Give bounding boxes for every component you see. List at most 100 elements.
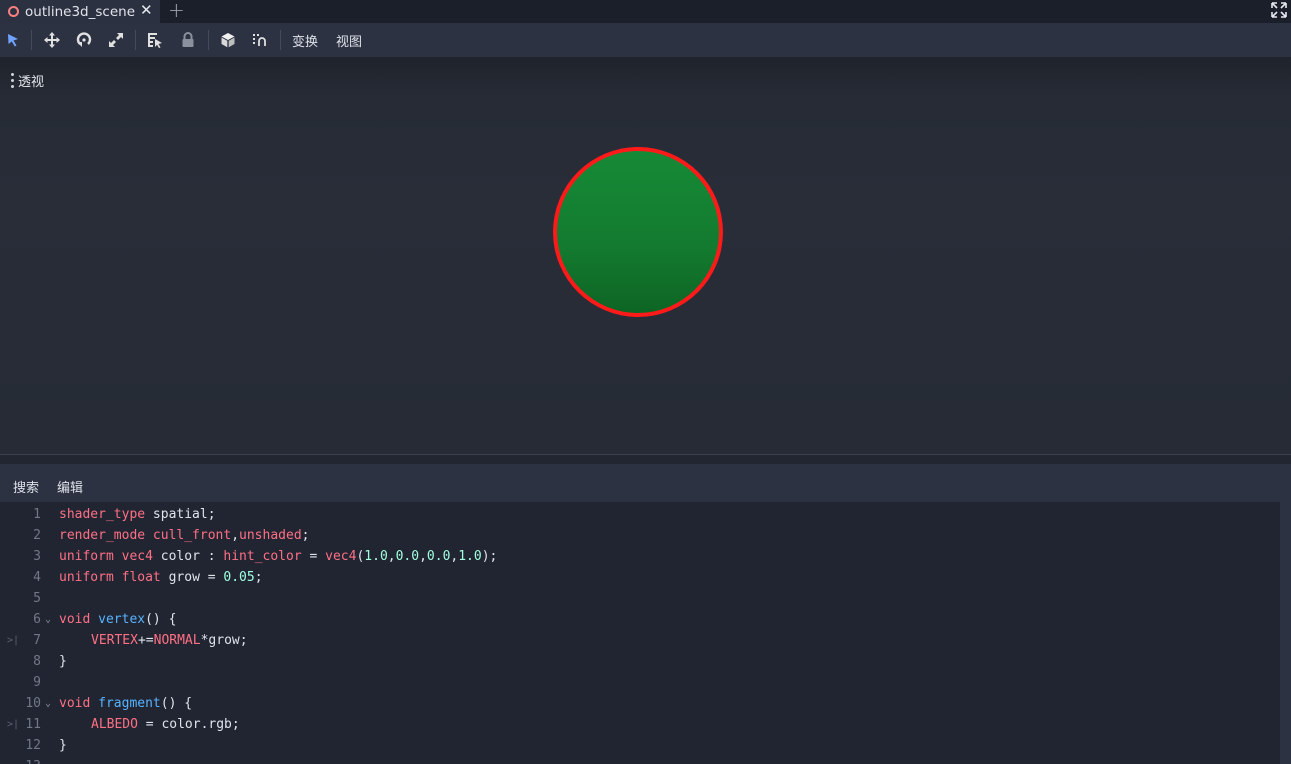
scale-icon[interactable] <box>107 31 125 49</box>
code-line[interactable]: 13 <box>7 756 1285 764</box>
code-token: void <box>59 612 91 627</box>
code-text: ALBEDO = color.rgb; <box>91 714 240 735</box>
code-token: , <box>387 549 396 564</box>
code-token: VERTEX <box>91 633 138 648</box>
code-token: vec4 <box>325 549 357 564</box>
code-token: 1.0 <box>458 549 482 564</box>
tab-indent-icon: >| <box>7 635 20 646</box>
code-line[interactable]: 7 >| VERTEX+=NORMAL*grow; <box>7 630 1285 651</box>
code-token: } <box>59 738 67 753</box>
line-number: 6 <box>33 612 41 627</box>
code-token: 0.05 <box>223 570 255 585</box>
snap-icon[interactable] <box>251 31 269 49</box>
code-line[interactable]: 10 ⌄ void fragment() { <box>7 693 1285 714</box>
list-select-icon[interactable] <box>146 31 164 49</box>
perspective-menu[interactable]: 透视 <box>11 71 44 90</box>
panel-splitter[interactable] <box>0 454 1291 464</box>
close-tab-icon[interactable]: ✕ <box>140 1 153 19</box>
code-text: uniform vec4 color : hint_color = vec4(1… <box>59 546 497 567</box>
move-icon[interactable] <box>43 31 61 49</box>
sphere-body <box>557 151 719 313</box>
code-token: 0.0 <box>426 549 451 564</box>
scene-tab-bar: outline3d_scene ✕ + <box>0 0 1291 23</box>
code-text: shader_type spatial; <box>59 504 216 525</box>
code-text: } <box>59 735 67 756</box>
code-line[interactable]: 8} <box>7 651 1285 672</box>
viewport-toolbar: 变换 视图 <box>0 23 1291 57</box>
code-line[interactable]: 9 <box>7 672 1285 693</box>
code-token: grow = <box>160 570 224 585</box>
code-text: render_mode cull_front,unshaded; <box>59 525 309 546</box>
code-token: = <box>301 549 326 564</box>
code-token: 0.0 <box>395 549 420 564</box>
code-line[interactable]: 2 render_mode cull_front,unshaded; <box>7 525 1285 546</box>
code-token: *grow; <box>200 633 248 648</box>
code-line[interactable]: 6 ⌄ void vertex() { <box>7 609 1285 630</box>
line-number: 8 <box>33 654 41 669</box>
code-token: spatial; <box>145 507 216 522</box>
perspective-label: 透视 <box>18 75 45 90</box>
code-token: fragment <box>98 696 161 711</box>
line-number: 5 <box>33 591 41 606</box>
code-token: , <box>419 549 427 564</box>
search-menu[interactable]: 搜索 <box>13 477 39 496</box>
line-number: 2 <box>33 528 41 543</box>
add-tab-icon[interactable]: + <box>168 0 185 22</box>
code-token: ); <box>481 549 498 564</box>
code-token: = color.rgb; <box>137 717 240 732</box>
toolbar-separator <box>280 30 281 50</box>
code-token: hint_color <box>223 549 302 564</box>
code-token: , <box>231 528 240 543</box>
toolbar-separator <box>135 30 136 50</box>
line-number: 3 <box>33 549 41 564</box>
toolbar-separator <box>31 30 32 50</box>
code-token: ; <box>254 570 263 585</box>
code-token: void <box>59 696 91 711</box>
editor-scrollbar[interactable] <box>1280 502 1291 764</box>
view-menu[interactable]: 视图 <box>336 31 362 50</box>
code-token: ALBEDO <box>91 717 138 732</box>
fullscreen-icon[interactable] <box>1270 1 1288 19</box>
tab-indent-icon: >| <box>7 719 20 730</box>
line-number: 1 <box>33 507 41 522</box>
cube-icon[interactable] <box>219 31 237 49</box>
lock-icon[interactable] <box>179 31 197 49</box>
code-token: color : <box>152 549 224 564</box>
code-line[interactable]: 5 <box>7 588 1285 609</box>
line-number: 9 <box>33 675 41 690</box>
line-number: 12 <box>25 738 41 753</box>
code-text: void vertex() { <box>59 609 176 630</box>
code-line[interactable]: 12} <box>7 735 1285 756</box>
edit-menu[interactable]: 编辑 <box>57 477 83 496</box>
scene-circle-icon <box>8 6 19 17</box>
line-number: 10 <box>25 696 41 711</box>
line-number: 13 <box>7 756 41 764</box>
tab-title: outline3d_scene <box>25 3 136 20</box>
shader-code-editor[interactable]: 1 shader_type spatial; 2 render_mode cull_f… <box>7 502 1285 764</box>
transform-menu[interactable]: 变换 <box>292 31 318 50</box>
code-token: cull_front <box>152 528 232 543</box>
code-token: () { <box>145 612 177 627</box>
code-line[interactable]: 3 uniform vec4 color : hint_color = vec4(… <box>7 546 1285 567</box>
code-line[interactable]: 11 >| ALBEDO = color.rgb; <box>7 714 1285 735</box>
fold-arrow-icon[interactable]: ⌄ <box>45 693 51 714</box>
outlined-sphere[interactable] <box>548 143 728 323</box>
code-token: () { <box>160 696 193 711</box>
code-token: float <box>121 570 161 585</box>
code-token: uniform <box>59 549 114 564</box>
rotate-icon[interactable] <box>75 31 93 49</box>
code-line[interactable]: 4 uniform float grow = 0.05; <box>7 567 1285 588</box>
scene-tab[interactable]: outline3d_scene ✕ <box>0 0 160 23</box>
code-line[interactable]: 1 shader_type spatial; <box>7 504 1285 525</box>
fold-arrow-icon[interactable]: ⌄ <box>45 609 51 630</box>
code-token: uniform <box>59 570 114 585</box>
code-token: shader_type <box>59 507 146 522</box>
3d-viewport[interactable]: 透视 <box>0 57 1291 454</box>
code-token: vec4 <box>121 549 153 564</box>
select-icon[interactable] <box>4 31 22 49</box>
